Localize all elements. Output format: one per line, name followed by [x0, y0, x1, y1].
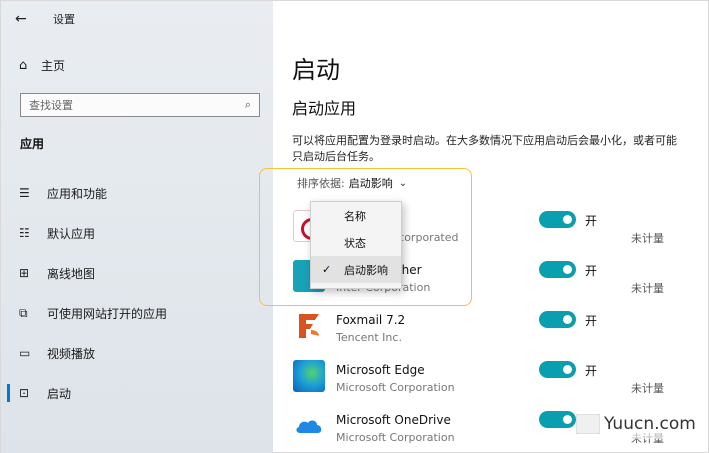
app-publisher: Microsoft Corporation [336, 431, 455, 444]
app-name: Foxmail 7.2 [336, 313, 406, 327]
apps-list-icon: ☰ [19, 186, 30, 200]
sidebar-item-label: 启动 [47, 386, 72, 401]
toggle-state: 开 [585, 214, 598, 228]
sidebar-item-label: 默认应用 [47, 226, 96, 241]
sidebar-item-apps-features[interactable]: ☰ 应用和功能 [1, 173, 273, 213]
foxmail-icon [293, 310, 325, 342]
sidebar-item-default-apps[interactable]: ☷ 默认应用 [1, 213, 273, 253]
sidebar-item-website-apps[interactable]: ⧉ 可使用网站打开的应用 [1, 293, 273, 333]
default-apps-icon: ☷ [19, 226, 30, 240]
sidebar-item-label: 离线地图 [47, 266, 96, 281]
startup-toggle[interactable] [539, 361, 576, 378]
sidebar: ← 设置 ⌂ 主页 ⌕ 应用 ☰ 应用和功能 ☷ 默认应用 ⊞ 离线地图 [1, 1, 273, 453]
sort-option-label: 启动影响 [344, 263, 388, 277]
website-apps-icon: ⧉ [19, 305, 28, 320]
home-link[interactable]: ⌂ 主页 [19, 57, 65, 74]
sort-menu: 名称 状态 ✓ 启动影响 [310, 201, 402, 289]
home-label: 主页 [41, 59, 66, 73]
settings-window: ← 设置 ⌂ 主页 ⌕ 应用 ☰ 应用和功能 ☷ 默认应用 ⊞ 离线地图 [0, 0, 709, 453]
app-name: Microsoft Edge [336, 363, 425, 377]
sidebar-item-video-playback[interactable]: ▭ 视频播放 [1, 333, 273, 373]
section-title: 应用 [20, 137, 45, 151]
watermark-text: Yuucn.com [604, 414, 696, 434]
page-title: 启动 [292, 56, 340, 84]
sidebar-item-startup[interactable]: ⊡ 启动 [1, 373, 273, 413]
startup-toggle[interactable] [539, 311, 576, 328]
startup-toggle[interactable] [539, 411, 576, 428]
title-bar: ← 设置 [15, 9, 75, 29]
toggle-knob [563, 315, 572, 324]
home-icon: ⌂ [19, 58, 28, 73]
sidebar-item-label: 可使用网站打开的应用 [47, 306, 168, 321]
sort-option-name[interactable]: 名称 [311, 202, 401, 229]
search-icon[interactable]: ⌕ [245, 98, 251, 112]
toggle-state: 开 [585, 314, 598, 328]
app-publisher: Tencent Inc. [336, 331, 402, 344]
offline-maps-icon: ⊞ [19, 266, 30, 280]
toggle-knob [563, 415, 572, 424]
sidebar-item-label: 应用和功能 [47, 186, 108, 201]
sort-label: 排序依据: [297, 177, 345, 190]
toggle-state: 开 [585, 364, 598, 378]
startup-icon: ⊡ [19, 386, 30, 400]
watermark: Yuucn.com [576, 409, 698, 439]
onedrive-icon [293, 410, 325, 442]
toggle-state: 开 [585, 264, 598, 278]
sort-option-status[interactable]: 状态 [311, 229, 401, 256]
toggle-knob [563, 365, 572, 374]
list-item: Foxmail 7.2 Tencent Inc. 开 [293, 304, 703, 354]
search-input[interactable] [29, 98, 245, 112]
active-indicator [7, 384, 10, 402]
page-subtitle: 启动应用 [292, 99, 357, 118]
list-item: Microsoft Edge Microsoft Corporation 开 未… [293, 354, 703, 404]
app-name: Microsoft OneDrive [336, 413, 451, 427]
startup-toggle[interactable] [539, 261, 576, 278]
sort-dropdown[interactable]: 排序依据: 启动影响 ⌄ [297, 175, 407, 191]
toggle-knob [563, 265, 572, 274]
sidebar-nav: ☰ 应用和功能 ☷ 默认应用 ⊞ 离线地图 ⧉ 可使用网站打开的应用 ▭ 视频播… [1, 173, 273, 413]
search-box[interactable]: ⌕ [20, 93, 260, 117]
startup-toggle[interactable] [539, 211, 576, 228]
sort-value: 启动影响 [348, 177, 393, 190]
page-description: 可以将应用配置为登录时启动。在大多数情况下应用启动后会最小化，或者可能只启动后台… [292, 134, 677, 163]
sort-option-startup-impact[interactable]: ✓ 启动影响 [311, 256, 401, 283]
startup-impact: 未计量 [631, 232, 664, 245]
toggle-knob [563, 215, 572, 224]
sidebar-item-label: 视频播放 [47, 346, 96, 361]
startup-impact: 未计量 [631, 282, 664, 295]
back-arrow-icon[interactable]: ← [15, 11, 35, 27]
startup-impact: 未计量 [631, 382, 664, 395]
chevron-down-icon: ⌄ [398, 177, 408, 189]
window-title: 设置 [53, 13, 75, 26]
checkmark-icon: ✓ [322, 263, 332, 276]
video-playback-icon: ▭ [19, 346, 31, 360]
sidebar-item-offline-maps[interactable]: ⊞ 离线地图 [1, 253, 273, 293]
watermark-logo-icon [576, 414, 600, 434]
app-publisher: Microsoft Corporation [336, 381, 455, 394]
edge-icon [293, 360, 325, 392]
